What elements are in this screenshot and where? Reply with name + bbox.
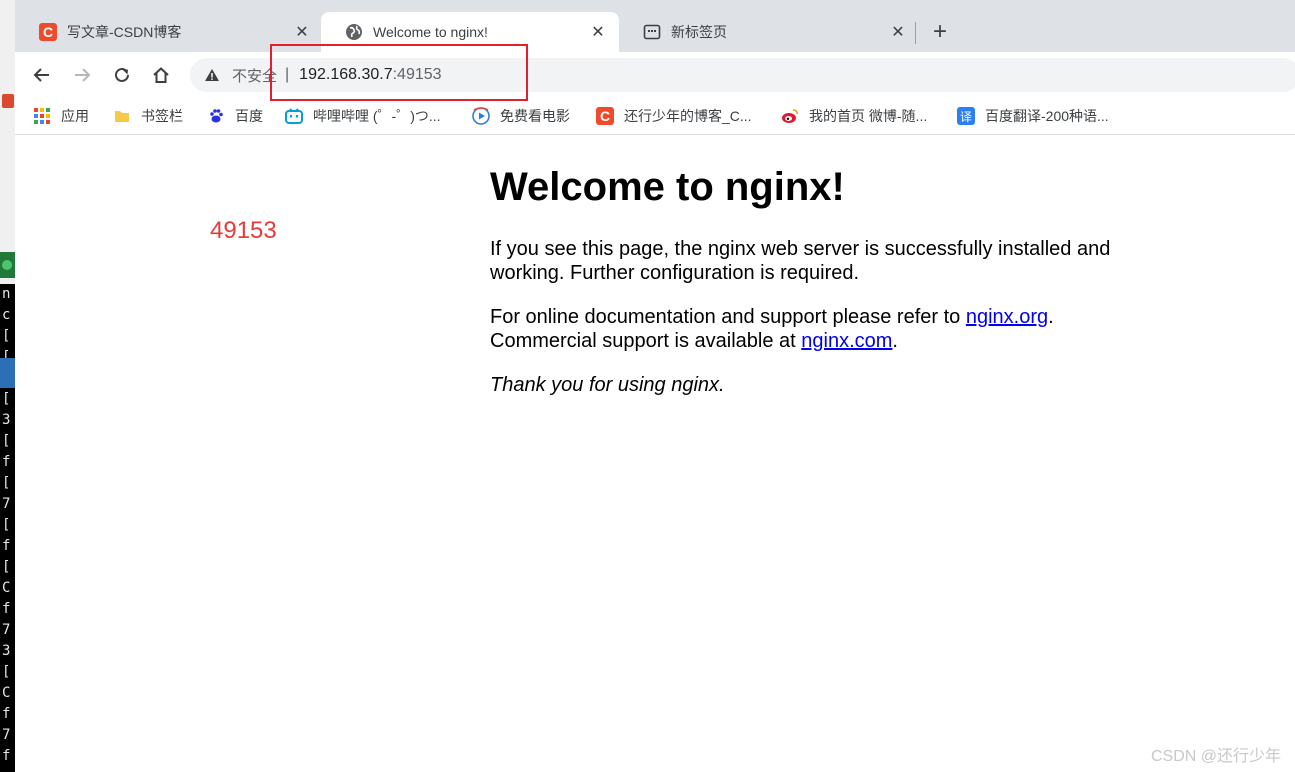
bookmark-apps[interactable]: 应用 [33, 104, 89, 128]
reload-button[interactable] [111, 64, 133, 86]
bookmark-label: 我的首页 微博-随... [809, 108, 928, 124]
page-title: Welcome to nginx! [490, 165, 845, 209]
browser-window: C 写文章-CSDN博客 ✕ Welcome to nginx! ✕ 新标签页 … [15, 0, 1295, 772]
support-text-period: . [1048, 306, 1054, 328]
weibo-icon [781, 107, 799, 125]
tab-new-tab[interactable]: 新标签页 ✕ [619, 12, 919, 52]
url-port: :49153 [392, 66, 442, 83]
new-tab-button[interactable]: + [927, 20, 953, 46]
tab-title: Welcome to nginx! [373, 24, 488, 40]
terminal-status-icon [0, 252, 15, 278]
csdn-icon: C [596, 107, 614, 125]
terminal-line: 7 [2, 496, 11, 512]
terminal-line: f [2, 601, 11, 617]
terminal-line: C [2, 580, 11, 596]
new-tab-page-icon [643, 24, 661, 40]
nginx-org-link[interactable]: nginx.org [966, 306, 1048, 328]
bookmark-label: 哔哩哔哩 (゜-゜)つ... [313, 108, 441, 124]
address-separator: | [285, 66, 290, 83]
arrow-left-icon [33, 68, 49, 82]
bookmark-label: 免费看电影 [500, 108, 570, 124]
tab-title: 新标签页 [671, 24, 727, 40]
address-bar[interactable]: 不安全 | 192.168.30.7:49153 [190, 58, 1295, 92]
close-icon[interactable]: ✕ [293, 23, 311, 41]
terminal-line: C [2, 685, 11, 701]
terminal-line: [ [2, 433, 11, 449]
thanks-text: Thank you for using nginx. [490, 374, 725, 396]
terminal-line: c [2, 307, 11, 323]
taskbar-app-icon [2, 94, 14, 108]
bookmarks-bar: 应用 书签栏 百度 哔哩哔哩 (゜-゜)つ... 免费看电影 C 还行少年的博客… [15, 98, 1295, 135]
page-viewport: 49153 Welcome to nginx! If you see this … [15, 135, 1295, 772]
nginx-welcome-content: Welcome to nginx! If you see this page, … [490, 163, 1150, 417]
bookmark-label: 百度翻译-200种语... [985, 108, 1109, 124]
terminal-line: [ [2, 664, 11, 680]
home-button[interactable] [150, 64, 172, 86]
tab-title: 写文章-CSDN博客 [67, 24, 182, 40]
terminal-line: 7 [2, 622, 11, 638]
security-status-label[interactable]: 不安全 [232, 65, 277, 86]
tab-nginx-welcome[interactable]: Welcome to nginx! ✕ [321, 12, 619, 52]
tab-csdn-write[interactable]: C 写文章-CSDN博客 ✕ [15, 12, 323, 52]
browser-toolbar: 不安全 | 192.168.30.7:49153 [15, 52, 1295, 98]
terminal-line: f [2, 706, 11, 722]
thanks-paragraph: Thank you for using nginx. [490, 373, 1150, 397]
back-button[interactable] [31, 64, 53, 86]
terminal-line: [ [2, 559, 11, 575]
support-text: For online documentation and support ple… [490, 306, 966, 328]
nginx-com-link[interactable]: nginx.com [801, 330, 892, 352]
bookmark-csdn-blog[interactable]: C 还行少年的博客_C... [596, 104, 752, 128]
bookmark-weibo[interactable]: 我的首页 微博-随... [781, 104, 927, 128]
reload-icon [115, 67, 129, 82]
close-icon[interactable]: ✕ [889, 23, 907, 41]
csdn-icon: C [39, 23, 57, 41]
bookmark-bilibili[interactable]: 哔哩哔哩 (゜-゜)つ... [285, 104, 441, 128]
bookmark-baidu-translate[interactable]: 译 百度翻译-200种语... [957, 104, 1109, 128]
terminal-selection-highlight [0, 358, 15, 388]
terminal-line: f [2, 748, 11, 764]
terminal-line: [ [2, 475, 11, 491]
baidu-translate-icon: 译 [957, 107, 975, 125]
terminal-line: [ [2, 517, 11, 533]
terminal-line: 3 [2, 412, 11, 428]
terminal-line: 3 [2, 643, 11, 659]
bilibili-icon [285, 107, 303, 125]
tab-divider [915, 22, 916, 44]
intro-paragraph: If you see this page, the nginx web serv… [490, 238, 1111, 284]
commercial-support-text: Commercial support is available at [490, 330, 802, 352]
home-icon [153, 67, 169, 83]
bookmark-label: 百度 [235, 108, 263, 124]
arrow-right-icon [75, 68, 91, 82]
terminal-line: n [2, 286, 11, 302]
url-host: 192.168.30.7 [299, 66, 393, 83]
plus-icon: + [932, 18, 947, 45]
terminal-line: f [2, 538, 11, 554]
terminal-line: 7 [2, 727, 11, 743]
close-icon[interactable]: ✕ [589, 23, 607, 41]
bookmark-label: 应用 [61, 108, 89, 124]
bookmark-label: 还行少年的博客_C... [624, 108, 752, 124]
apps-grid-icon [33, 107, 51, 125]
tab-strip: C 写文章-CSDN博客 ✕ Welcome to nginx! ✕ 新标签页 … [15, 0, 1295, 52]
folder-icon [113, 107, 131, 125]
globe-icon [346, 24, 362, 40]
port-annotation: 49153 [210, 217, 277, 244]
baidu-paw-icon [207, 107, 225, 125]
bookmark-label: 书签栏 [141, 108, 183, 124]
bookmark-free-movies[interactable]: 免费看电影 [472, 104, 570, 128]
warning-triangle-icon [205, 69, 219, 81]
terminal-line: [ [2, 328, 11, 344]
video-play-icon [472, 107, 490, 125]
terminal-line: [ [2, 391, 11, 407]
background-terminal-window: nc[[三[3[f[7[f[Cf73[Cf7f [0, 0, 15, 772]
forward-button[interactable] [71, 64, 93, 86]
bookmark-baidu[interactable]: 百度 [207, 104, 263, 128]
csdn-watermark: CSDN @还行少年 [1150, 748, 1281, 765]
terminal-line: f [2, 454, 11, 470]
bookmark-folder-bookmarks-bar[interactable]: 书签栏 [113, 104, 183, 128]
commercial-support-period: . [892, 330, 898, 352]
support-paragraph: For online documentation and support ple… [490, 305, 1150, 353]
